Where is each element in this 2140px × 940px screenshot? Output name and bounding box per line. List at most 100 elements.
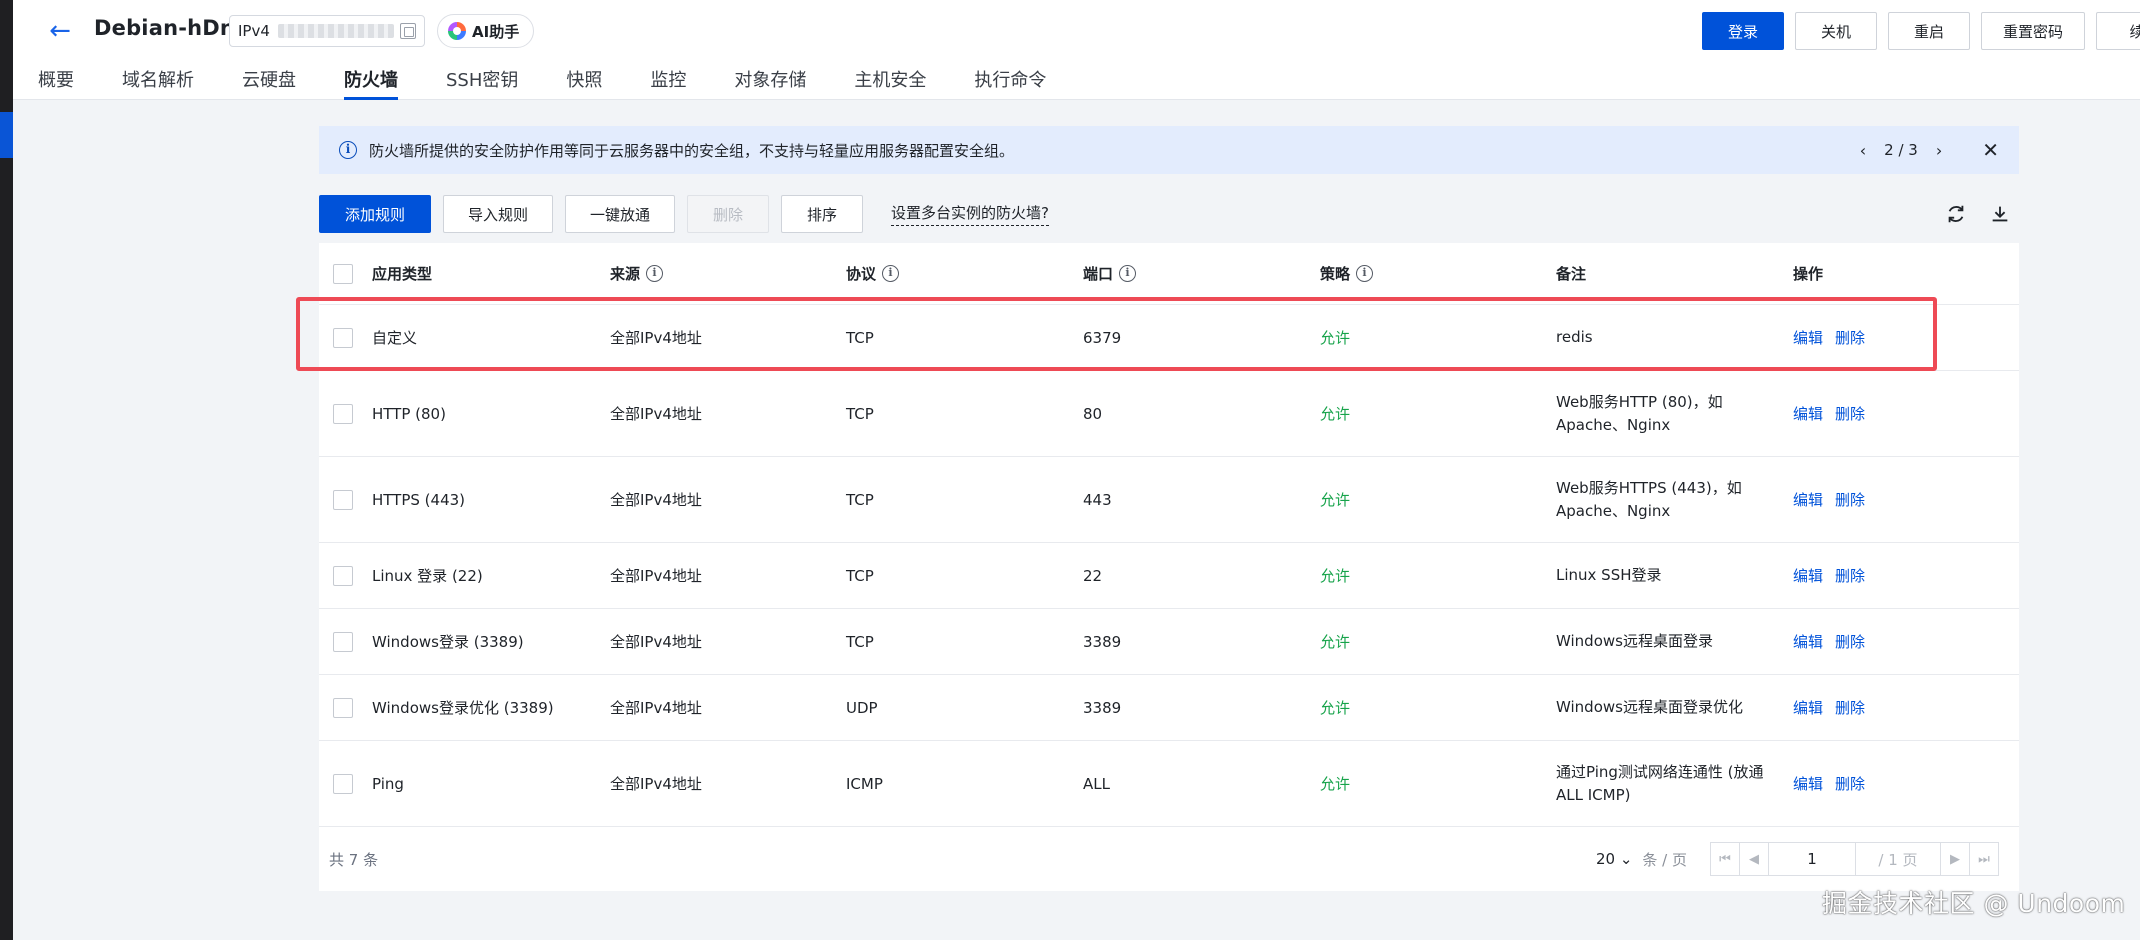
policy-help-icon[interactable]: i <box>1356 265 1374 282</box>
close-icon[interactable]: ✕ <box>1982 138 1999 162</box>
chevron-left-icon[interactable]: ‹ <box>1860 141 1866 160</box>
tab-ssh-keys[interactable]: SSH密钥 <box>446 64 518 100</box>
ai-assistant-label: AI助手 <box>472 22 520 41</box>
delete-link[interactable]: 删除 <box>1835 773 1865 794</box>
delete-link[interactable]: 删除 <box>1835 403 1865 424</box>
cell-source: 全部IPv4地址 <box>610 491 702 509</box>
row-checkbox[interactable] <box>333 327 353 348</box>
table-row: Windows登录 (3389) 全部IPv4地址 TCP 3389 允许 Wi… <box>319 609 2019 675</box>
first-page-icon[interactable]: ⏮ <box>1710 842 1740 876</box>
cell-port: 6379 <box>1083 328 1122 347</box>
tab-monitoring[interactable]: 监控 <box>650 64 686 100</box>
row-checkbox[interactable] <box>333 565 353 586</box>
row-checkbox[interactable] <box>333 403 353 424</box>
page-number-input[interactable] <box>1768 842 1856 876</box>
table-row: Windows登录优化 (3389) 全部IPv4地址 UDP 3389 允许 … <box>319 675 2019 741</box>
row-checkbox-cell <box>333 543 353 608</box>
edit-link[interactable]: 编辑 <box>1793 773 1823 794</box>
back-arrow-icon[interactable]: ← <box>40 14 80 48</box>
row-checkbox[interactable] <box>333 489 353 510</box>
notice-text: 防火墙所提供的安全防护作用等同于云服务器中的安全组，不支持与轻量应用服务器配置安… <box>369 141 1015 160</box>
col-source: 来源 i <box>610 243 664 304</box>
restart-button[interactable]: 重启 <box>1888 12 1970 50</box>
cell-protocol: TCP <box>846 566 874 585</box>
next-page-icon[interactable]: ▶ <box>1940 842 1970 876</box>
edit-link[interactable]: 编辑 <box>1793 327 1823 348</box>
download-icon[interactable] <box>1989 203 2011 225</box>
cell-source: 全部IPv4地址 <box>610 405 702 423</box>
port-help-icon[interactable]: i <box>1119 265 1137 282</box>
left-strip-accent <box>0 112 13 158</box>
renew-button[interactable]: 续 <box>2096 12 2140 50</box>
last-page-icon[interactable]: ⏭ <box>1969 842 1999 876</box>
chevron-down-icon: ⌄ <box>1619 850 1633 868</box>
cell-port: 3389 <box>1083 632 1122 651</box>
table-header-row: 应用类型 来源 i 协议 i 端口 i 策略 i 备注 操作 <box>319 243 2019 305</box>
select-all-checkbox[interactable] <box>333 263 353 284</box>
row-checkbox[interactable] <box>333 631 353 652</box>
edit-link[interactable]: 编辑 <box>1793 697 1823 718</box>
add-rule-button[interactable]: 添加规则 <box>319 195 431 233</box>
edit-link[interactable]: 编辑 <box>1793 565 1823 586</box>
multi-instance-firewall-link[interactable]: 设置多台实例的防火墙? <box>891 202 1049 226</box>
delete-link[interactable]: 删除 <box>1835 327 1865 348</box>
cell-note: Web服务HTTP (80)，如 Apache、Nginx <box>1556 371 1723 456</box>
cell-protocol: ICMP <box>846 774 883 793</box>
tab-object-storage[interactable]: 对象存储 <box>734 64 806 100</box>
row-checkbox-cell <box>333 741 353 826</box>
cell-note: Linux SSH登录 <box>1556 566 1662 584</box>
source-help-icon[interactable]: i <box>646 265 664 282</box>
page-size-select[interactable]: 20 ⌄ <box>1596 850 1632 868</box>
tab-run-command[interactable]: 执行命令 <box>974 64 1046 100</box>
tab-host-security[interactable]: 主机安全 <box>854 64 926 100</box>
cell-app-type: 自定义 <box>372 329 418 347</box>
row-checkbox-cell <box>333 457 353 542</box>
chevron-right-icon[interactable]: › <box>1936 141 1942 160</box>
tab-firewall[interactable]: 防火墙 <box>344 64 398 100</box>
refresh-icon[interactable] <box>1945 203 1967 225</box>
tab-dns[interactable]: 域名解析 <box>122 64 194 100</box>
delete-link[interactable]: 删除 <box>1835 631 1865 652</box>
cell-note: Windows远程桌面登录优化 <box>1556 698 1743 716</box>
cell-actions: 编辑 删除 <box>1793 675 1877 740</box>
delete-link[interactable]: 删除 <box>1835 697 1865 718</box>
page-size-value: 20 <box>1595 850 1616 868</box>
cell-actions: 编辑 删除 <box>1793 371 1877 456</box>
cell-actions: 编辑 删除 <box>1793 457 1877 542</box>
edit-link[interactable]: 编辑 <box>1793 403 1823 424</box>
shutdown-button[interactable]: 关机 <box>1795 12 1877 50</box>
left-window-strip <box>0 0 13 940</box>
rules-toolbar: 添加规则 导入规则 一键放通 删除 排序 设置多台实例的防火墙? <box>319 194 2019 234</box>
prev-page-icon[interactable]: ◀ <box>1739 842 1769 876</box>
instance-name: Debian-hDne <box>94 16 250 40</box>
col-actions: 操作 <box>1793 265 1824 283</box>
watermark: 掘金技术社区 @ Undoom <box>1822 889 2126 918</box>
instance-header: ← Debian-hDne IPv4 AI助手 登录 关机 重启 重置密码 续 … <box>13 0 2140 100</box>
cell-source: 全部IPv4地址 <box>610 775 702 793</box>
cell-source: 全部IPv4地址 <box>610 567 702 585</box>
import-rules-button[interactable]: 导入规则 <box>443 195 553 233</box>
login-button[interactable]: 登录 <box>1702 12 1784 50</box>
cell-port: 3389 <box>1083 698 1122 717</box>
firewall-rules-table: 应用类型 来源 i 协议 i 端口 i 策略 i 备注 操作 自定义 全部IPv4地址 … <box>319 243 2019 891</box>
tab-snapshots[interactable]: 快照 <box>566 64 602 100</box>
tab-cloud-disk[interactable]: 云硬盘 <box>242 64 296 100</box>
copy-icon[interactable] <box>400 23 416 39</box>
protocol-help-icon[interactable]: i <box>882 265 900 282</box>
cell-app-type: HTTP (80) <box>372 404 446 423</box>
delete-link[interactable]: 删除 <box>1835 489 1865 510</box>
open-all-button[interactable]: 一键放通 <box>565 195 675 233</box>
row-checkbox[interactable] <box>333 697 353 718</box>
ip-blurred-value <box>277 24 394 38</box>
sort-button[interactable]: 排序 <box>781 195 863 233</box>
reset-password-button[interactable]: 重置密码 <box>1981 12 2085 50</box>
delete-rules-button: 删除 <box>687 195 769 233</box>
ai-assistant-button[interactable]: AI助手 <box>437 14 535 48</box>
delete-link[interactable]: 删除 <box>1835 565 1865 586</box>
row-checkbox[interactable] <box>333 773 353 794</box>
tab-overview[interactable]: 概要 <box>38 64 74 100</box>
ai-logo-icon <box>448 22 466 40</box>
edit-link[interactable]: 编辑 <box>1793 489 1823 510</box>
note-line: 通过Ping测试网络连通性 (放通 <box>1556 762 1764 781</box>
edit-link[interactable]: 编辑 <box>1793 631 1823 652</box>
